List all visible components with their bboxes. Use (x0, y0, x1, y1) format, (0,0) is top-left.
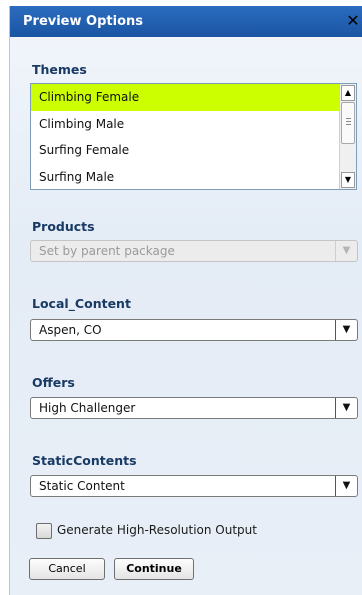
continue-button[interactable]: Continue (114, 558, 194, 580)
preview-options-dialog: Preview Options ✕ Themes Climbing Female… (9, 6, 362, 595)
products-label: Products (32, 219, 95, 234)
static-contents-select[interactable]: Static Content ▼ (30, 475, 358, 497)
offers-value: High Challenger (39, 401, 136, 415)
scrollbar-thumb[interactable] (341, 102, 355, 144)
grip-icon (346, 118, 351, 127)
scroll-down-arrow-icon[interactable]: ▼ (341, 172, 355, 188)
products-value: Set by parent package (39, 244, 175, 258)
offers-select[interactable]: High Challenger ▼ (30, 397, 358, 419)
list-item[interactable]: Climbing Female (31, 84, 356, 111)
static-contents-label: StaticContents (32, 453, 137, 468)
local-content-value: Aspen, CO (39, 323, 102, 337)
dialog-title: Preview Options (23, 14, 143, 29)
local-content-select[interactable]: Aspen, CO ▼ (30, 319, 358, 341)
local-content-label: Local_Content (32, 296, 131, 311)
dialog-titlebar: Preview Options ✕ (10, 6, 362, 37)
themes-label: Themes (32, 62, 87, 77)
list-item[interactable]: Surfing Female (31, 137, 356, 164)
products-select: Set by parent package ▼ (30, 240, 358, 262)
list-item[interactable]: Climbing Male (31, 111, 356, 138)
chevron-down-icon[interactable]: ▼ (335, 398, 357, 418)
scroll-up-arrow-icon[interactable]: ▲ (341, 85, 355, 101)
chevron-down-icon[interactable]: ▼ (335, 320, 357, 340)
list-item[interactable]: Surfing Male (31, 164, 356, 190)
high-res-label[interactable]: Generate High-Resolution Output (57, 523, 257, 537)
chevron-down-icon: ▼ (335, 241, 357, 261)
cancel-button[interactable]: Cancel (29, 558, 105, 580)
themes-scrollbar[interactable]: ▲ ▼ (339, 84, 356, 189)
chevron-down-icon[interactable]: ▼ (335, 476, 357, 496)
static-contents-value: Static Content (39, 479, 125, 493)
close-icon[interactable]: ✕ (345, 11, 361, 31)
themes-listbox[interactable]: Climbing Female Climbing Male Surfing Fe… (30, 83, 357, 190)
offers-label: Offers (32, 375, 75, 390)
high-res-checkbox[interactable] (36, 523, 52, 539)
